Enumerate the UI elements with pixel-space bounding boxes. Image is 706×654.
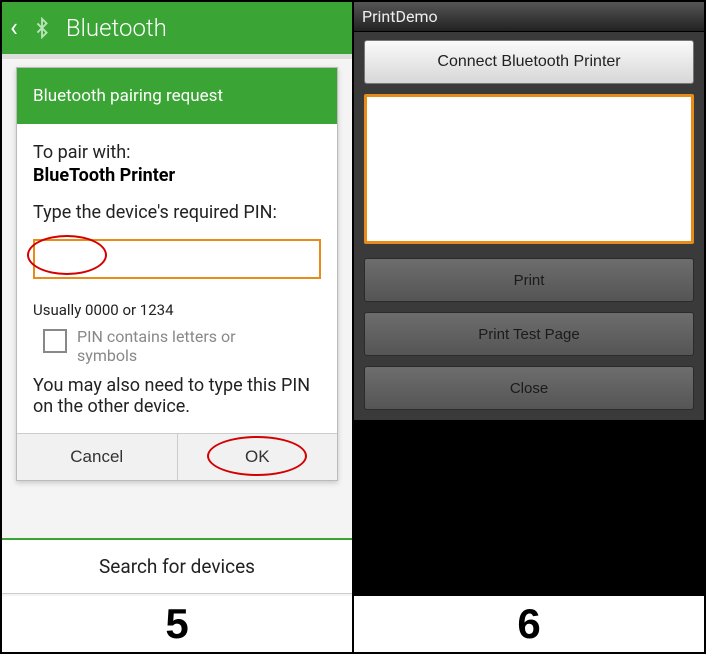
pin-hint: Usually 0000 or 1234 — [33, 301, 321, 319]
figure-caption: 6 — [354, 596, 704, 652]
app-title-bar: PrintDemo — [354, 2, 704, 32]
connect-printer-button[interactable]: Connect Bluetooth Printer — [364, 40, 694, 84]
page-title: Bluetooth — [66, 14, 167, 42]
ok-button-label: OK — [245, 447, 270, 466]
print-button[interactable]: Print — [364, 258, 694, 302]
pin-prompt: Type the device's required PIN: — [33, 202, 321, 223]
figure-caption: 5 — [2, 596, 352, 652]
pin-letters-label: PIN contains letters or symbols — [77, 327, 277, 365]
back-icon[interactable]: ‹ — [10, 15, 18, 41]
pair-with-label: To pair with: — [33, 142, 321, 163]
pairing-dialog: Bluetooth pairing request To pair with: … — [16, 67, 338, 481]
print-demo-panel: Connect Bluetooth Printer Print Print Te… — [354, 32, 704, 420]
device-name: BlueTooth Printer — [33, 165, 321, 186]
print-text-input[interactable] — [364, 94, 694, 244]
dialog-title: Bluetooth pairing request — [17, 68, 337, 124]
pin-letters-checkbox[interactable] — [43, 329, 67, 353]
print-test-page-button[interactable]: Print Test Page — [364, 312, 694, 356]
app-title: PrintDemo — [362, 7, 438, 26]
ok-button[interactable]: OK — [177, 434, 338, 480]
empty-area — [354, 420, 704, 596]
close-button[interactable]: Close — [364, 366, 694, 410]
pin-input[interactable] — [33, 239, 321, 279]
header-strip — [2, 54, 352, 59]
bluetooth-header: ‹ Bluetooth — [2, 2, 352, 54]
bluetooth-icon — [28, 14, 56, 42]
search-devices-button[interactable]: Search for devices — [2, 538, 352, 594]
cancel-button[interactable]: Cancel — [17, 434, 177, 480]
pin-note: You may also need to type this PIN on th… — [33, 375, 321, 417]
